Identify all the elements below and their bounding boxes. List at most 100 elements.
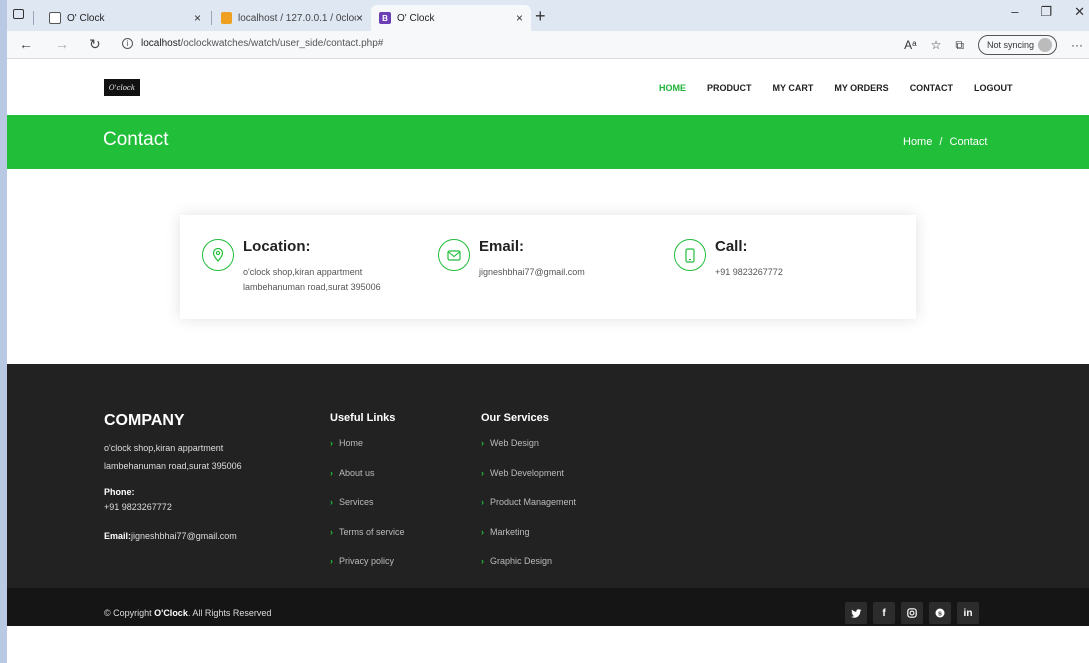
email-title: Email: xyxy=(479,238,525,255)
chevron-right-icon: › xyxy=(481,526,484,537)
breadcrumb-separator: / xyxy=(939,136,943,148)
footer-useful-links: Useful Links › Home › About us › Services ›… xyxy=(330,412,405,586)
collections-icon[interactable]: ⧉ xyxy=(955,38,964,53)
read-aloud-icon[interactable]: A͏ᵃ xyxy=(904,38,916,52)
footer-company: COMPANY o'clock shop,kiran appartment lam… xyxy=(104,412,242,541)
link-label: Terms of service xyxy=(339,526,405,537)
browser-window: O' Clock × localhost / 127.0.0.1 / 0cloc… xyxy=(7,0,1089,663)
skype-icon[interactable]: s xyxy=(929,602,951,624)
chevron-right-icon: › xyxy=(330,497,333,507)
company-title: COMPANY xyxy=(104,412,185,429)
menu-product[interactable]: PRODUCT xyxy=(707,83,752,93)
tab-title: localhost / 127.0.0.1 / 0clock / c xyxy=(237,12,356,24)
page-title: Contact xyxy=(103,129,169,150)
breadcrumb: Home / Contact xyxy=(903,136,987,148)
chevron-right-icon: › xyxy=(481,467,484,478)
chevron-right-icon: › xyxy=(330,438,333,448)
service-web-design[interactable]: › Web Design xyxy=(481,438,576,468)
window-controls: – ❐ ✕ xyxy=(1011,4,1085,20)
breadcrumb-home[interactable]: Home xyxy=(903,136,932,148)
minimize-icon[interactable]: – xyxy=(1011,4,1018,20)
link-label: Services xyxy=(339,497,374,507)
footer-link-about[interactable]: › About us xyxy=(330,468,405,498)
main-menu: HOME PRODUCT MY CART MY ORDERS CONTACT L… xyxy=(659,83,1013,93)
service-product-management[interactable]: › Product Management xyxy=(481,497,576,527)
link-label: About us xyxy=(339,467,375,478)
menu-contact[interactable]: CONTACT xyxy=(910,83,953,93)
tab-title: O' Clock xyxy=(67,12,105,24)
restore-icon[interactable]: ❐ xyxy=(1040,4,1052,20)
service-label: Web Design xyxy=(490,438,539,448)
service-label: Web Development xyxy=(490,467,564,478)
site-logo[interactable]: O'clock xyxy=(104,79,140,96)
company-address-line-2: lambehanuman road,surat 395006 xyxy=(104,461,242,471)
chevron-right-icon: › xyxy=(330,467,333,478)
close-tab-icon[interactable]: × xyxy=(516,11,523,25)
service-graphic-design[interactable]: › Graphic Design xyxy=(481,556,576,586)
tab-strip: O' Clock × localhost / 127.0.0.1 / 0cloc… xyxy=(7,0,1089,31)
forward-icon[interactable]: → xyxy=(55,36,69,52)
sync-button[interactable]: Not syncing xyxy=(977,35,1057,55)
reload-icon[interactable]: ↻ xyxy=(89,36,101,53)
instagram-icon[interactable] xyxy=(901,602,923,624)
site-header: O'clock HOME PRODUCT MY CART MY ORDERS C… xyxy=(7,59,1089,115)
location-text: o'clock shop,kiran appartment lambehanuma… xyxy=(243,265,381,295)
tab-phpmyadmin[interactable]: localhost / 127.0.0.1 / 0clock / c × xyxy=(213,5,371,31)
call-text[interactable]: +91 9823267772 xyxy=(715,265,783,280)
twitter-icon[interactable] xyxy=(845,602,867,624)
email-text[interactable]: jigneshbhai77@gmail.com xyxy=(479,265,585,280)
email-value: jigneshbhai77@gmail.com xyxy=(131,531,237,541)
footer-link-privacy[interactable]: › Privacy policy xyxy=(330,556,405,586)
sync-label: Not syncing xyxy=(986,40,1034,50)
tab-oclock-active[interactable]: B O' Clock × xyxy=(371,5,531,31)
location-title: Location: xyxy=(243,238,311,255)
contact-section: Location: o'clock shop,kiran appartment l… xyxy=(7,169,1089,364)
footer-bottom-bar: © Copyright O'Clock. All Rights Reserved… xyxy=(7,588,1089,626)
address-bar[interactable]: i localhost/oclockwatches/watch/user_sid… xyxy=(122,38,383,49)
menu-my-orders[interactable]: MY ORDERS xyxy=(834,83,888,93)
call-title: Call: xyxy=(715,238,748,255)
close-tab-icon[interactable]: × xyxy=(194,11,201,25)
menu-home[interactable]: HOME xyxy=(659,83,686,93)
page-banner: Contact Home / Contact xyxy=(7,115,1089,169)
footer-link-home[interactable]: › Home xyxy=(330,438,405,468)
browser-toolbar: ← → ↻ i localhost/oclockwatches/watch/us… xyxy=(7,31,1089,59)
bootstrap-icon: B xyxy=(379,12,391,24)
chevron-right-icon: › xyxy=(481,438,484,448)
copyright: © Copyright O'Clock. All Rights Reserved xyxy=(104,608,271,618)
location-line-2: lambehanuman road,surat 395006 xyxy=(243,282,381,292)
more-icon[interactable]: ··· xyxy=(1071,38,1083,52)
linkedin-icon[interactable]: in xyxy=(957,602,979,624)
phpmyadmin-icon xyxy=(221,12,232,24)
service-label: Graphic Design xyxy=(490,556,553,566)
email-label: Email: xyxy=(104,531,132,541)
favorites-icon[interactable]: ☆ xyxy=(931,38,942,52)
service-web-development[interactable]: › Web Development xyxy=(481,468,576,498)
location-line-1: o'clock shop,kiran appartment xyxy=(243,267,363,277)
service-label: Product Management xyxy=(490,497,577,507)
services-title: Our Services xyxy=(481,412,549,424)
back-icon[interactable]: ← xyxy=(19,36,33,52)
service-marketing[interactable]: › Marketing xyxy=(481,527,576,557)
link-label: Home xyxy=(339,438,364,448)
tab-actions-icon[interactable] xyxy=(13,9,24,19)
facebook-icon[interactable]: f xyxy=(873,602,895,624)
company-address-line-1: o'clock shop,kiran appartment xyxy=(104,443,224,453)
site-info-icon[interactable]: i xyxy=(122,38,133,49)
menu-my-cart[interactable]: MY CART xyxy=(773,83,814,93)
footer-link-services[interactable]: › Services xyxy=(330,497,405,527)
envelope-icon xyxy=(438,239,470,271)
chevron-right-icon: › xyxy=(330,526,333,537)
footer-link-terms[interactable]: › Terms of service xyxy=(330,527,405,557)
copyright-brand: O'Clock xyxy=(154,608,188,618)
close-tab-icon[interactable]: × xyxy=(356,11,363,25)
new-tab-button[interactable]: + xyxy=(535,6,546,27)
menu-logout[interactable]: LOGOUT xyxy=(974,83,1013,93)
page-icon xyxy=(49,12,61,24)
tab-oclock-1[interactable]: O' Clock × xyxy=(41,5,209,31)
social-links: f s in xyxy=(845,602,979,624)
tab-title: O' Clock xyxy=(397,12,435,24)
url-host: localhost xyxy=(141,38,181,49)
phone-label: Phone: xyxy=(104,487,135,497)
close-window-icon[interactable]: ✕ xyxy=(1074,4,1085,20)
